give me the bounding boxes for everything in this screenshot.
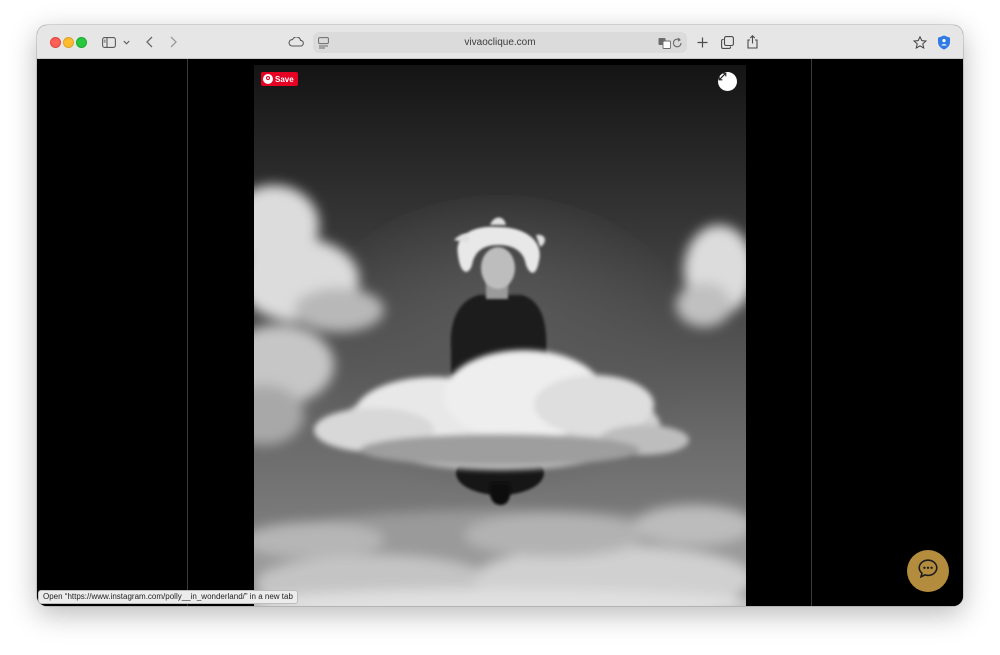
- chevron-down-icon[interactable]: [121, 32, 131, 52]
- reload-icon[interactable]: [672, 36, 683, 54]
- address-bar[interactable]: vivaoclique.com: [313, 32, 687, 53]
- page-content: Save Open “https://www.instagram.com/pol…: [37, 59, 963, 606]
- bookmark-star-icon[interactable]: [912, 32, 928, 52]
- sidebar-icon[interactable]: [101, 32, 117, 52]
- share-icon[interactable]: [745, 32, 759, 52]
- back-icon[interactable]: [143, 32, 155, 52]
- zoom-window-button[interactable]: [76, 37, 87, 48]
- new-tab-icon[interactable]: [695, 32, 709, 52]
- expand-button[interactable]: [718, 72, 737, 91]
- photo-woman-on-cloud[interactable]: Save: [254, 65, 746, 606]
- pinterest-icon: [263, 74, 273, 84]
- tab-overview-icon[interactable]: [719, 32, 735, 52]
- chat-bubble-icon: [918, 559, 938, 583]
- column-divider-left: [187, 59, 188, 606]
- pinterest-save-button[interactable]: Save: [261, 72, 298, 86]
- save-label: Save: [275, 74, 294, 84]
- translate-icon[interactable]: [658, 36, 671, 54]
- extension-shield-icon[interactable]: [936, 32, 952, 52]
- browser-toolbar: vivaoclique.com: [37, 25, 963, 59]
- close-window-button[interactable]: [50, 37, 61, 48]
- chat-button[interactable]: [907, 550, 949, 592]
- url-text: vivaoclique.com: [464, 37, 536, 48]
- browser-window: vivaoclique.com Save Open “https://www.i…: [37, 25, 963, 606]
- icloud-icon[interactable]: [287, 32, 305, 52]
- link-status-bar: Open “https://www.instagram.com/polly__i…: [38, 590, 298, 604]
- forward-icon[interactable]: [167, 32, 179, 52]
- column-divider-right: [811, 59, 812, 606]
- minimize-window-button[interactable]: [63, 37, 74, 48]
